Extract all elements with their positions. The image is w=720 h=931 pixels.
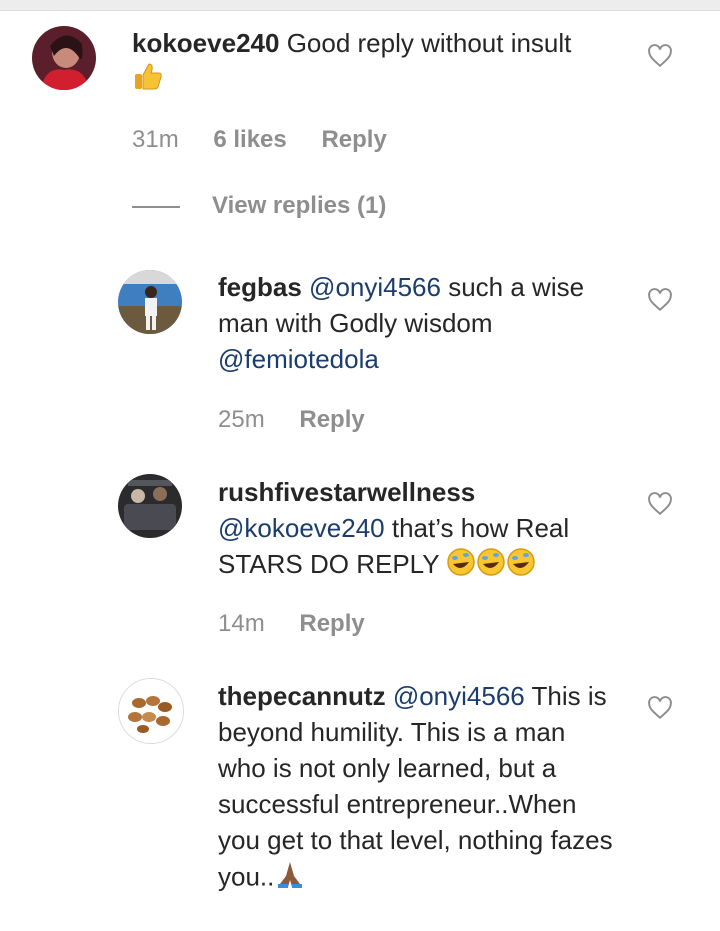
comment-body: fegbas @onyi4566 such a wise man with Go… [218, 269, 618, 377]
username[interactable]: rushfivestarwellness [218, 477, 475, 507]
comment-meta: 31m 6 likes Reply [132, 126, 415, 154]
like-heart-icon[interactable] [647, 491, 673, 517]
thumbs-up-emoji [132, 61, 164, 102]
rolling-laughing-emoji [446, 547, 476, 586]
like-heart-icon[interactable] [647, 287, 673, 313]
rolling-laughing-emoji [506, 547, 536, 586]
reply-button[interactable]: Reply [321, 126, 386, 153]
likes-count[interactable]: 6 likes [213, 126, 286, 153]
reply-button[interactable]: Reply [299, 610, 364, 637]
comment-text: Good reply without insult [286, 28, 572, 58]
comment-body: thepecannutz @onyi4566 This is beyond hu… [218, 678, 618, 899]
folded-hands-emoji [274, 858, 306, 899]
username[interactable]: fegbas [218, 272, 302, 302]
avatar[interactable] [118, 270, 182, 334]
username[interactable]: thepecannutz [218, 681, 386, 711]
avatar[interactable] [118, 678, 184, 744]
username[interactable]: kokoeve240 [132, 28, 279, 58]
comment-body: kokoeve240 Good reply without insult [132, 25, 612, 102]
mention-link[interactable]: @femiotedola [218, 344, 379, 374]
rolling-laughing-emoji [476, 547, 506, 586]
like-heart-icon[interactable] [647, 43, 673, 69]
like-heart-icon[interactable] [647, 695, 673, 721]
mention-link[interactable]: @kokoeve240 [218, 513, 385, 543]
timestamp: 14m [218, 610, 265, 637]
reply-button[interactable]: Reply [299, 406, 364, 433]
comment-meta: 25m Reply [218, 406, 393, 434]
view-replies-line [132, 206, 180, 208]
avatar[interactable] [32, 26, 96, 90]
mention-link[interactable]: @onyi4566 [393, 681, 525, 711]
view-replies-button[interactable]: View replies (1) [212, 192, 386, 220]
top-divider [0, 0, 720, 11]
laughing-emoji-group [446, 547, 536, 579]
timestamp: 31m [132, 126, 179, 153]
avatar[interactable] [118, 474, 182, 538]
timestamp: 25m [218, 406, 265, 433]
mention-link[interactable]: @onyi4566 [309, 272, 441, 302]
comment-body: rushfivestarwellness @kokoeve240 that’s … [218, 474, 618, 586]
comment-meta: 14m Reply [218, 610, 393, 638]
